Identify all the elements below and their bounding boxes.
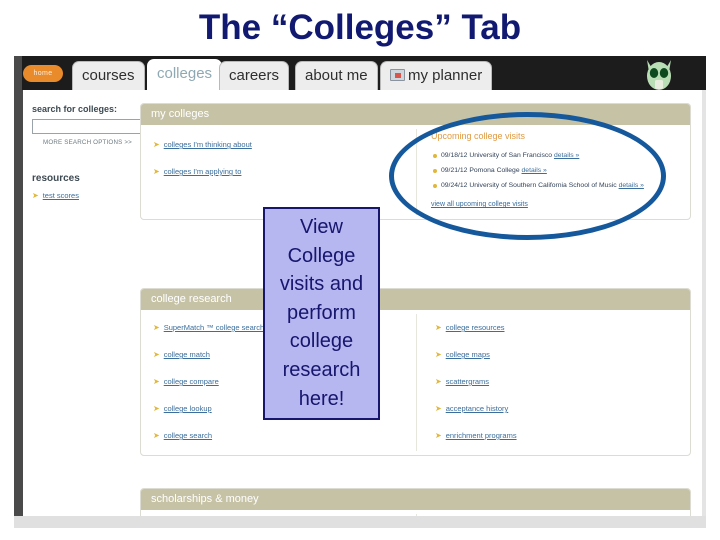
more-search-options-link[interactable]: MORE SEARCH OPTIONS >> [43,139,140,146]
link-enrichment-programs-label: enrichment programs [445,431,517,440]
my-colleges-header: my colleges [141,104,690,125]
upcoming-college-visits-title: Upcoming college visits [431,131,526,141]
link-acceptance-history-label: acceptance history [445,404,509,413]
chevron-right-icon: ➤ [435,350,442,359]
link-colleges-thinking-about[interactable]: ➤ colleges I'm thinking about [153,140,252,149]
tab-colleges[interactable]: colleges [147,59,223,90]
link-colleges-thinking-about-label: colleges I'm thinking about [163,140,252,149]
page-bottom-edge [14,516,706,528]
visit-date: 09/24/12 [441,182,468,189]
link-enrichment-programs[interactable]: ➤ enrichment programs [435,431,517,440]
alien-mascot-icon [636,56,682,90]
tab-careers[interactable]: careers [219,61,290,90]
chevron-right-icon: ➤ [32,191,39,200]
tab-courses-label: courses [82,67,135,84]
page-title: The “Colleges” Tab [198,8,522,47]
chevron-right-icon: ➤ [435,431,442,440]
link-college-resources[interactable]: ➤ college resources [435,323,504,332]
slide-canvas: The “Colleges” Tab home courses colleges… [0,0,720,540]
top-navigation-bar: home courses colleges careers about me m… [14,56,706,90]
page-left-gutter [14,90,23,528]
search-for-colleges-label: search for colleges: [32,104,118,114]
tab-careers-label: careers [229,67,280,84]
tab-colleges-label: colleges [157,65,213,82]
column-divider [416,314,417,451]
link-college-maps-label: college maps [445,350,490,359]
link-college-lookup-label: college lookup [163,404,212,413]
visit-college: Pomona College [469,167,520,174]
link-college-match-label: college match [163,350,210,359]
planner-icon [390,69,405,81]
bullet-dot-icon [433,169,437,173]
link-college-match[interactable]: ➤ college match [153,350,210,359]
link-acceptance-history[interactable]: ➤ acceptance history [435,404,508,413]
college-research-panel: college research ➤ SuperMatch ™ college … [140,288,691,456]
visit-college: University of Southern California School… [469,182,617,189]
view-all-upcoming-college-visits-link[interactable]: view all upcoming college visits [431,201,528,208]
visit-details-link[interactable]: details » [619,182,644,189]
visit-row: 09/21/12 Pomona College details » [433,166,547,175]
sidebar: search for colleges: Go MORE SEARCH OPTI… [32,104,227,200]
visit-date: 09/21/12 [441,167,468,174]
sidebar-item-test-scores[interactable]: ➤ test scores [32,191,140,200]
tab-about-me[interactable]: about me [295,61,378,90]
chevron-right-icon: ➤ [435,404,442,413]
tab-my-planner-label: my planner [408,67,483,84]
navbar-left-edge [14,56,22,90]
link-college-lookup[interactable]: ➤ college lookup [153,404,212,413]
my-colleges-body: ➤ colleges I'm thinking about ➤ colleges… [141,125,690,219]
chevron-right-icon: ➤ [153,377,160,386]
chevron-right-icon: ➤ [153,350,160,359]
link-college-maps[interactable]: ➤ college maps [435,350,490,359]
sidebar-item-test-scores-label: test scores [42,191,79,200]
visit-details-link[interactable]: details » [522,167,547,174]
chevron-right-icon: ➤ [435,323,442,332]
link-supermatch-college-search-label: SuperMatch ™ college search [163,323,265,332]
chevron-right-icon: ➤ [153,140,160,149]
tab-my-planner[interactable]: my planner [380,61,493,90]
visit-row: 09/18/12 University of San Francisco det… [433,151,579,160]
visit-row: 09/24/12 University of Southern Californ… [433,181,644,190]
link-college-compare[interactable]: ➤ college compare [153,377,219,386]
tab-courses[interactable]: courses [72,61,145,90]
link-colleges-applying-to[interactable]: ➤ colleges I'm applying to [153,167,241,176]
college-research-body: ➤ SuperMatch ™ college search ➤ college … [141,310,690,455]
scholarships-header: scholarships & money [141,489,690,510]
page-right-edge [702,90,706,528]
link-colleges-applying-to-label: colleges I'm applying to [163,167,242,176]
chevron-right-icon: ➤ [153,167,160,176]
resources-heading: resources [32,173,80,184]
visit-college: University of San Francisco [469,152,553,159]
column-divider [416,129,417,215]
link-college-resources-label: college resources [445,323,505,332]
visit-date: 09/18/12 [441,152,468,159]
callout-annotation: View College visits and perform college … [263,207,380,420]
link-supermatch-college-search[interactable]: ➤ SuperMatch ™ college search [153,323,264,332]
visit-details-link[interactable]: details » [554,152,579,159]
link-college-compare-label: college compare [163,377,219,386]
chevron-right-icon: ➤ [153,323,160,332]
link-college-search-label: college search [163,431,213,440]
college-search-form: Go [32,119,227,134]
tab-about-me-label: about me [305,67,368,84]
bullet-dot-icon [433,154,437,158]
chevron-right-icon: ➤ [153,404,160,413]
link-college-search[interactable]: ➤ college search [153,431,212,440]
link-scattergrams[interactable]: ➤ scattergrams [435,377,489,386]
home-button[interactable]: home [23,65,63,82]
bullet-dot-icon [433,184,437,188]
chevron-right-icon: ➤ [153,431,160,440]
college-research-header: college research [141,289,690,310]
chevron-right-icon: ➤ [435,377,442,386]
link-scattergrams-label: scattergrams [445,377,490,386]
my-colleges-panel: my colleges ➤ colleges I'm thinking abou… [140,103,691,220]
